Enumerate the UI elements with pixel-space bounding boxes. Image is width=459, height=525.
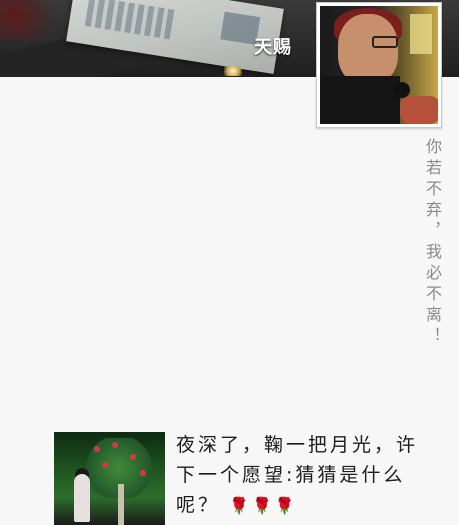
cover-lamp (224, 66, 242, 76)
post-text: 夜深了，鞠一把月光，许下一个愿望:猜猜是什么呢？ 🌹🌹🌹 (176, 430, 438, 521)
profile-motto: 你若不弃，我必不离！ (423, 138, 442, 348)
profile-username[interactable]: 天赐 (254, 33, 292, 59)
cover-glow (0, 0, 70, 40)
avatar-photo (320, 6, 438, 124)
profile-avatar[interactable] (316, 2, 442, 128)
microphone-icon (394, 82, 410, 98)
post-thumbnail[interactable] (54, 432, 165, 525)
rose-emoji-icon: 🌹🌹🌹 (229, 496, 298, 515)
